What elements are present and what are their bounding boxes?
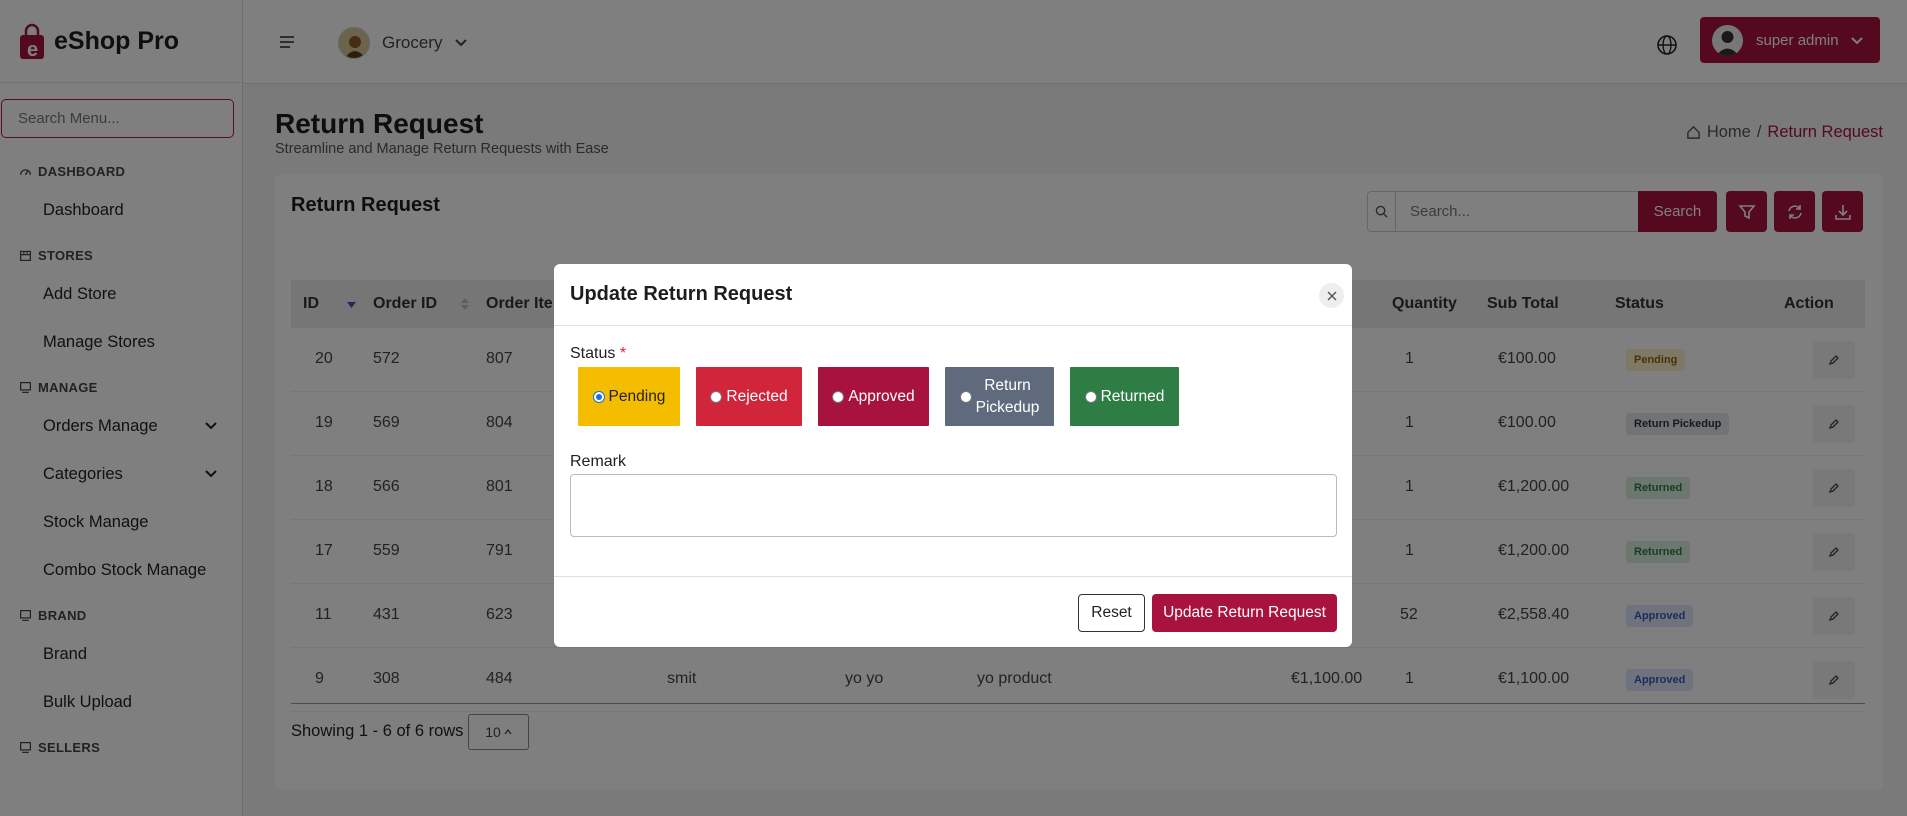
required-mark: * bbox=[619, 345, 627, 362]
option-label-line-1: Return bbox=[984, 376, 1031, 394]
modal-title: Update Return Request bbox=[570, 283, 793, 305]
remark-textarea[interactable] bbox=[570, 474, 1337, 537]
option-label: Pending bbox=[608, 387, 666, 405]
modal-header: Update Return Request bbox=[554, 264, 1352, 326]
status-option-returned[interactable]: Returned bbox=[1070, 367, 1179, 426]
remark-label: Remark bbox=[570, 453, 627, 470]
status-label: Status * bbox=[570, 345, 626, 363]
option-label: Returned bbox=[1100, 387, 1165, 405]
option-label: Rejected bbox=[726, 387, 788, 405]
update-return-request-modal: Update Return Request Status * Pending R… bbox=[554, 264, 1352, 647]
option-label-line-2: Pickedup bbox=[975, 398, 1040, 416]
radio-rejected[interactable] bbox=[710, 390, 723, 403]
radio-pending[interactable] bbox=[592, 390, 605, 403]
radio-approved[interactable] bbox=[832, 390, 845, 403]
status-option-approved[interactable]: Approved bbox=[818, 367, 929, 426]
status-label-text: Status bbox=[570, 345, 616, 362]
reset-button[interactable]: Reset bbox=[1078, 594, 1145, 632]
close-button[interactable] bbox=[1319, 283, 1344, 308]
status-option-pending[interactable]: Pending bbox=[578, 367, 680, 426]
option-label: Approved bbox=[848, 387, 915, 405]
option-label: Return Pickedup bbox=[976, 375, 1040, 419]
radio-returned[interactable] bbox=[1084, 390, 1097, 403]
status-option-rejected[interactable]: Rejected bbox=[696, 367, 802, 426]
radio-return-pickedup[interactable] bbox=[959, 390, 972, 403]
status-option-return-pickedup[interactable]: Return Pickedup bbox=[945, 367, 1054, 426]
modal-footer-divider bbox=[554, 576, 1352, 577]
update-return-request-button[interactable]: Update Return Request bbox=[1152, 594, 1337, 632]
close-icon bbox=[1327, 291, 1336, 300]
